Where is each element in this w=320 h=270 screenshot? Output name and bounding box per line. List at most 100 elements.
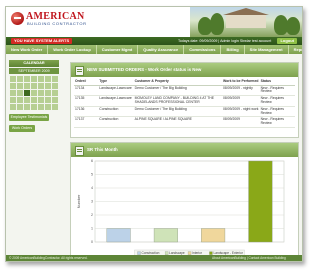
y-tick-label: 2 (91, 213, 93, 217)
calendar-day[interactable] (17, 90, 23, 96)
nav-tab-billing[interactable]: Billing (221, 45, 245, 54)
calendar-day[interactable] (45, 90, 51, 96)
system-alerts-button[interactable]: YOU HAVE SYSTEM ALERTS (11, 38, 73, 44)
logo-emblem-icon (11, 12, 24, 25)
nav-tab-site-management[interactable]: Site Management (245, 45, 289, 54)
tree-graphic (210, 13, 224, 35)
footer: © 2009 AmericanBuildingContractor. All r… (6, 255, 302, 261)
header-house-photo (190, 7, 302, 37)
calendar-day[interactable] (52, 90, 58, 96)
calendar-day[interactable] (31, 90, 37, 96)
table-cell: New - Requires Review (259, 85, 295, 97)
footer-copyright: © 2009 AmericanBuildingContractor. All r… (9, 256, 88, 260)
calendar-day[interactable] (31, 104, 37, 110)
calendar-month[interactable]: SEPTEMBER 2009 (9, 68, 59, 74)
table-cell: 08/09/2009 (222, 116, 260, 128)
orders-table-body: 17134 Landscape-Lawncare Demo Customer / T… (74, 85, 295, 128)
orders-table: Order# Type Customer & Property Work to … (74, 79, 295, 128)
table-cell: New - Requires Review (259, 106, 295, 118)
nav-tab-work-order-lookup[interactable]: Work Order Lookup (48, 45, 97, 54)
nav-tab-reports[interactable]: Reports (289, 45, 302, 54)
table-row[interactable]: 17135 Landscape-Lawncare MOMOLEY LAND COMP… (74, 95, 295, 107)
calendar-day[interactable] (10, 97, 16, 103)
table-cell: Landscape-Lawncare (98, 95, 134, 107)
calendar-day[interactable] (10, 104, 16, 110)
table-cell: Demo Customer / The Big Building (133, 85, 223, 97)
calendar-day[interactable] (38, 76, 44, 82)
nav-tab-quality-assurance[interactable]: Quality Assurance (138, 45, 185, 54)
logout-button[interactable]: Logout (277, 38, 297, 44)
calendar-day[interactable] (45, 76, 51, 82)
footer-links[interactable]: About AmericanBuilding | Contact America… (212, 256, 286, 260)
y-tick-label: 5 (91, 173, 93, 177)
panel-title: SR This Month (87, 147, 118, 152)
y-axis-label: Number (77, 194, 81, 208)
tree-graphic (286, 17, 300, 35)
nav-tab-new-work-order[interactable]: New Work Order (6, 45, 49, 54)
calendar-day[interactable] (24, 83, 30, 89)
table-row[interactable]: 17137 Construction ALPINE SQUARE / ALPINE … (74, 116, 295, 128)
calendar-day[interactable] (31, 97, 37, 103)
bar (106, 228, 131, 243)
y-tick-label: 0 (91, 240, 93, 244)
work-orders-button[interactable]: Work Orders (9, 125, 35, 132)
table-cell[interactable]: 17135 (74, 95, 99, 107)
calendar-day[interactable] (45, 104, 51, 110)
table-cell: 08/09/2009 (222, 95, 260, 107)
calendar-title: CALENDAR (9, 60, 59, 67)
bar-chart: 0 1 2 3 4 5 6 Number Construction Landscape Interi… (71, 157, 298, 258)
company-logo[interactable]: AMERICAN BUILDING CONTRACTOR (11, 11, 107, 29)
employee-testimonials-button[interactable]: Employee Testimonials (9, 114, 49, 121)
nav-tab-customer-mgmt[interactable]: Customer Mgmt (97, 45, 139, 54)
clipboard-icon (75, 66, 84, 76)
panel-header: NEW SUBMITTED ORDERS - Work Order status… (71, 63, 298, 77)
calendar-day[interactable] (10, 90, 16, 96)
calendar-day[interactable] (52, 97, 58, 103)
y-tick-label: 1 (91, 227, 93, 231)
nav-tab-commissions[interactable]: Commissions (184, 45, 222, 54)
login-info: Todays date: 09/09/2009 | Admin login Sb… (178, 39, 272, 43)
calendar-day[interactable] (38, 104, 44, 110)
table-cell: Demo Customer / The Big Building (133, 106, 223, 118)
y-tick-label: 4 (91, 186, 93, 190)
calendar-day[interactable] (52, 83, 58, 89)
calendar-day[interactable] (38, 83, 44, 89)
table-cell: ALPINE SQUARE / ALPINE SQUARE (133, 116, 223, 128)
calendar-day[interactable] (24, 76, 30, 82)
panel-header: SR This Month (71, 143, 298, 157)
table-cell: New - Requires Review (259, 95, 295, 107)
calendar-day[interactable] (17, 97, 23, 103)
calendar-day[interactable] (10, 76, 16, 82)
calendar-day[interactable] (31, 83, 37, 89)
bar (201, 228, 226, 243)
calendar-day[interactable] (17, 76, 23, 82)
table-cell: Construction (98, 106, 134, 118)
calendar-day[interactable] (45, 83, 51, 89)
calendar-day[interactable] (24, 97, 30, 103)
logo-subtitle: BUILDING CONTRACTOR (27, 21, 87, 26)
calendar-day[interactable] (17, 83, 23, 89)
calendar-day[interactable] (38, 97, 44, 103)
calendar-day[interactable] (52, 76, 58, 82)
table-cell: Landscape-Lawncare (98, 85, 134, 97)
table-row[interactable]: 17136 Construction Demo Customer / The Big… (74, 106, 295, 118)
calendar-day[interactable] (17, 104, 23, 110)
calendar-day[interactable] (45, 97, 51, 103)
chart-panel: SR This Month 0 1 2 3 4 5 6 Number Construction L… (70, 142, 299, 259)
calendar-day[interactable] (31, 76, 37, 82)
bar-chart-svg: 0123456NumberConstruction Landscape Interi… (77, 159, 285, 257)
calendar-day[interactable] (24, 104, 30, 110)
calendar-day[interactable] (38, 90, 44, 96)
table-cell[interactable]: 17134 (74, 85, 99, 97)
table-cell: 08/09/2009 - nightly (222, 85, 260, 97)
y-tick-label: 3 (91, 200, 93, 204)
house-graphic (223, 8, 269, 28)
table-cell[interactable]: 17137 (74, 116, 99, 128)
table-row[interactable]: 17134 Landscape-Lawncare Demo Customer / T… (74, 85, 295, 97)
bar (248, 160, 273, 243)
calendar-day-today[interactable] (24, 90, 30, 96)
chart-icon (75, 146, 84, 156)
table-cell[interactable]: 17136 (74, 106, 99, 118)
calendar-day[interactable] (52, 104, 58, 110)
calendar-day[interactable] (10, 83, 16, 89)
